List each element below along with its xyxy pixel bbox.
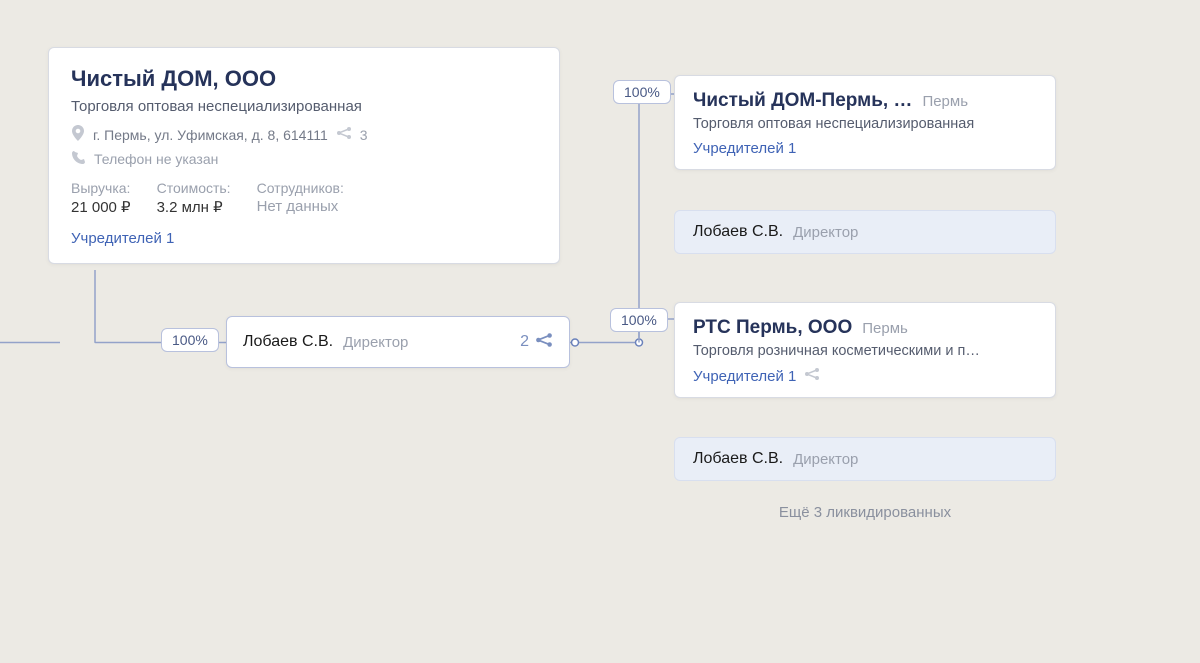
more-liquidated-link[interactable]: Ещё 3 ликвидированных	[674, 504, 1056, 521]
director-box-sub1[interactable]: Лобаев С.В. Директор	[674, 210, 1056, 254]
sub1-director-name: Лобаев С.В.	[693, 223, 783, 241]
sub1-title: Чистый ДОМ-Пермь, …	[693, 90, 912, 112]
employees-label: Сотрудников:	[257, 180, 344, 196]
company-card-sub2[interactable]: РТС Пермь, ООО Пермь Торговля розничная …	[674, 302, 1056, 398]
sub2-director-name: Лобаев С.В.	[693, 450, 783, 468]
person-name: Лобаев С.В.	[243, 333, 333, 351]
revenue-value: 21 000 ₽	[71, 198, 131, 216]
sub2-founders-link[interactable]: Учредителей 1	[693, 367, 1037, 385]
sub1-city: Пермь	[922, 93, 968, 110]
company-card-main[interactable]: Чистый ДОМ, ООО Торговля оптовая неспеци…	[48, 47, 560, 264]
employees-value: Нет данных	[257, 198, 344, 215]
sub2-city: Пермь	[862, 320, 908, 337]
cost-label: Стоимость:	[157, 180, 231, 196]
ownership-badge-sub1: 100%	[613, 80, 671, 104]
director-box-sub2[interactable]: Лобаев С.В. Директор	[674, 437, 1056, 481]
phone-icon	[71, 150, 86, 168]
company-phone: Телефон не указан	[94, 151, 218, 167]
sub1-director-role: Директор	[793, 224, 858, 241]
address-share-count: 3	[360, 127, 368, 143]
sub1-founders-link[interactable]: Учредителей 1	[693, 140, 1037, 157]
ownership-badge-sub2: 100%	[610, 308, 668, 332]
cost-value: 3.2 млн ₽	[157, 198, 231, 216]
ownership-badge-main: 100%	[161, 328, 219, 352]
map-pin-icon	[71, 125, 85, 144]
company-phone-row: Телефон не указан	[71, 150, 537, 168]
sub2-title: РТС Пермь, ООО	[693, 317, 852, 339]
founders-link[interactable]: Учредителей 1	[71, 230, 537, 247]
sub1-description: Торговля оптовая неспециализированная	[693, 116, 1037, 132]
person-card[interactable]: Лобаев С.В. Директор 2	[226, 316, 570, 368]
sub2-director-role: Директор	[793, 451, 858, 468]
person-role: Директор	[343, 334, 408, 351]
company-address-row: г. Пермь, ул. Уфимская, д. 8, 614111 3	[71, 125, 537, 144]
revenue-label: Выручка:	[71, 180, 131, 196]
share-icon[interactable]	[535, 332, 553, 353]
person-connections-count: 2	[520, 333, 529, 351]
sub2-description: Торговля розничная косметическими и п…	[693, 343, 1037, 359]
share-icon[interactable]	[804, 367, 820, 385]
company-metrics: Выручка: 21 000 ₽ Стоимость: 3.2 млн ₽ С…	[71, 180, 537, 216]
company-title: Чистый ДОМ, ООО	[71, 66, 537, 92]
company-card-sub1[interactable]: Чистый ДОМ-Пермь, … Пермь Торговля оптов…	[674, 75, 1056, 170]
company-address: г. Пермь, ул. Уфимская, д. 8, 614111	[93, 127, 328, 143]
share-icon[interactable]	[336, 126, 352, 143]
company-description: Торговля оптовая неспециализированная	[71, 98, 537, 115]
